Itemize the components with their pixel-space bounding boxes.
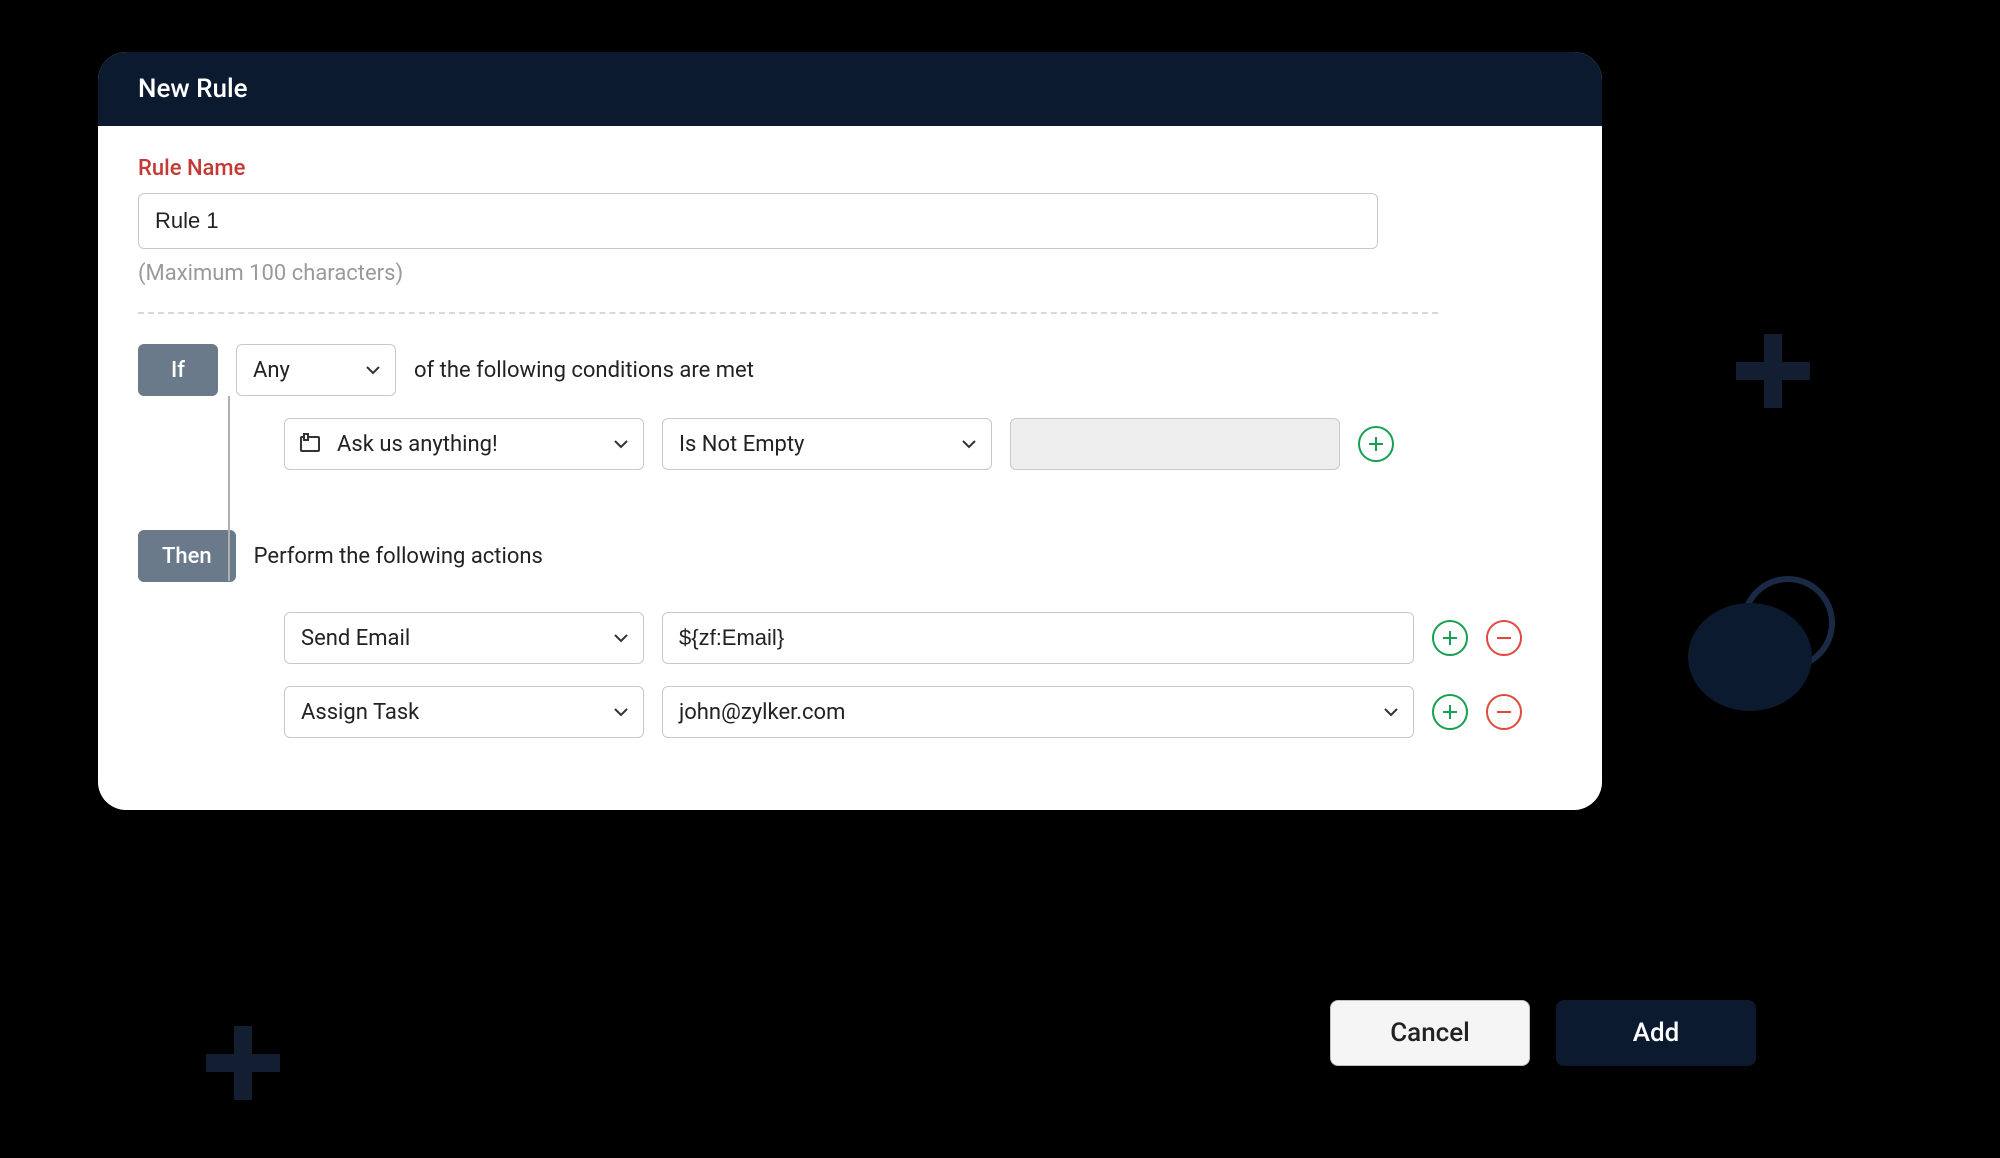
- decoration-plus-icon: [200, 1020, 286, 1106]
- if-tail-text: of the following conditions are met: [414, 358, 754, 383]
- plus-icon: [1441, 629, 1459, 647]
- if-tag: If: [138, 344, 218, 396]
- condition-row: Ask us anything! Is Not Empty: [138, 418, 1562, 470]
- match-mode-value: Any: [237, 358, 351, 383]
- then-tag: Then: [138, 530, 236, 582]
- match-mode-select[interactable]: Any: [236, 344, 396, 396]
- rule-name-input[interactable]: [138, 193, 1378, 249]
- chevron-down-icon: [599, 436, 643, 452]
- add-condition-button[interactable]: [1358, 426, 1394, 462]
- condition-operator-value: Is Not Empty: [663, 432, 947, 457]
- dialog-footer: Cancel Add: [1330, 1000, 1756, 1066]
- if-header-row: If Any of the following conditions are m…: [138, 344, 1562, 396]
- minus-icon: [1495, 629, 1513, 647]
- plus-icon: [1367, 435, 1385, 453]
- condition-field-select[interactable]: Ask us anything!: [284, 418, 644, 470]
- chevron-down-icon: [599, 704, 643, 720]
- add-action-button[interactable]: [1432, 620, 1468, 656]
- plus-icon: [1441, 703, 1459, 721]
- action-type-value: Assign Task: [285, 700, 599, 725]
- action-type-select[interactable]: Send Email: [284, 612, 644, 664]
- then-header-row: Then Perform the following actions: [138, 530, 1562, 582]
- condition-operator-select[interactable]: Is Not Empty: [662, 418, 992, 470]
- rule-name-label: Rule Name: [138, 156, 1562, 181]
- field-icon: [285, 433, 321, 455]
- decoration-blob-icon: [1680, 575, 1840, 715]
- section-divider: [138, 312, 1438, 314]
- action-value-select[interactable]: john@zylker.com: [662, 686, 1414, 738]
- action-row: Send Email: [138, 612, 1562, 664]
- action-value-text: john@zylker.com: [663, 700, 1369, 725]
- chevron-down-icon: [1369, 704, 1413, 720]
- cancel-button[interactable]: Cancel: [1330, 1000, 1530, 1066]
- chevron-down-icon: [351, 362, 395, 378]
- add-action-button[interactable]: [1432, 694, 1468, 730]
- chevron-down-icon: [599, 630, 643, 646]
- action-value-input[interactable]: [662, 612, 1414, 664]
- action-row: Assign Task john@zylker.com: [138, 686, 1562, 738]
- dialog-title: New Rule: [98, 52, 1602, 126]
- new-rule-dialog: New Rule Rule Name (Maximum 100 characte…: [98, 52, 1602, 810]
- rule-logic-area: If Any of the following conditions are m…: [138, 344, 1562, 738]
- add-button[interactable]: Add: [1556, 1000, 1756, 1066]
- remove-action-button[interactable]: [1486, 620, 1522, 656]
- action-type-select[interactable]: Assign Task: [284, 686, 644, 738]
- condition-value-input: [1010, 418, 1340, 470]
- dialog-body: Rule Name (Maximum 100 characters) If An…: [98, 126, 1602, 810]
- remove-action-button[interactable]: [1486, 694, 1522, 730]
- condition-field-value: Ask us anything!: [321, 432, 599, 457]
- action-type-value: Send Email: [285, 626, 599, 651]
- if-then-connector: [228, 396, 230, 581]
- rule-name-helper: (Maximum 100 characters): [138, 261, 1562, 286]
- decoration-plus-icon: [1730, 328, 1816, 414]
- chevron-down-icon: [947, 436, 991, 452]
- then-header-text: Perform the following actions: [254, 544, 543, 569]
- minus-icon: [1495, 703, 1513, 721]
